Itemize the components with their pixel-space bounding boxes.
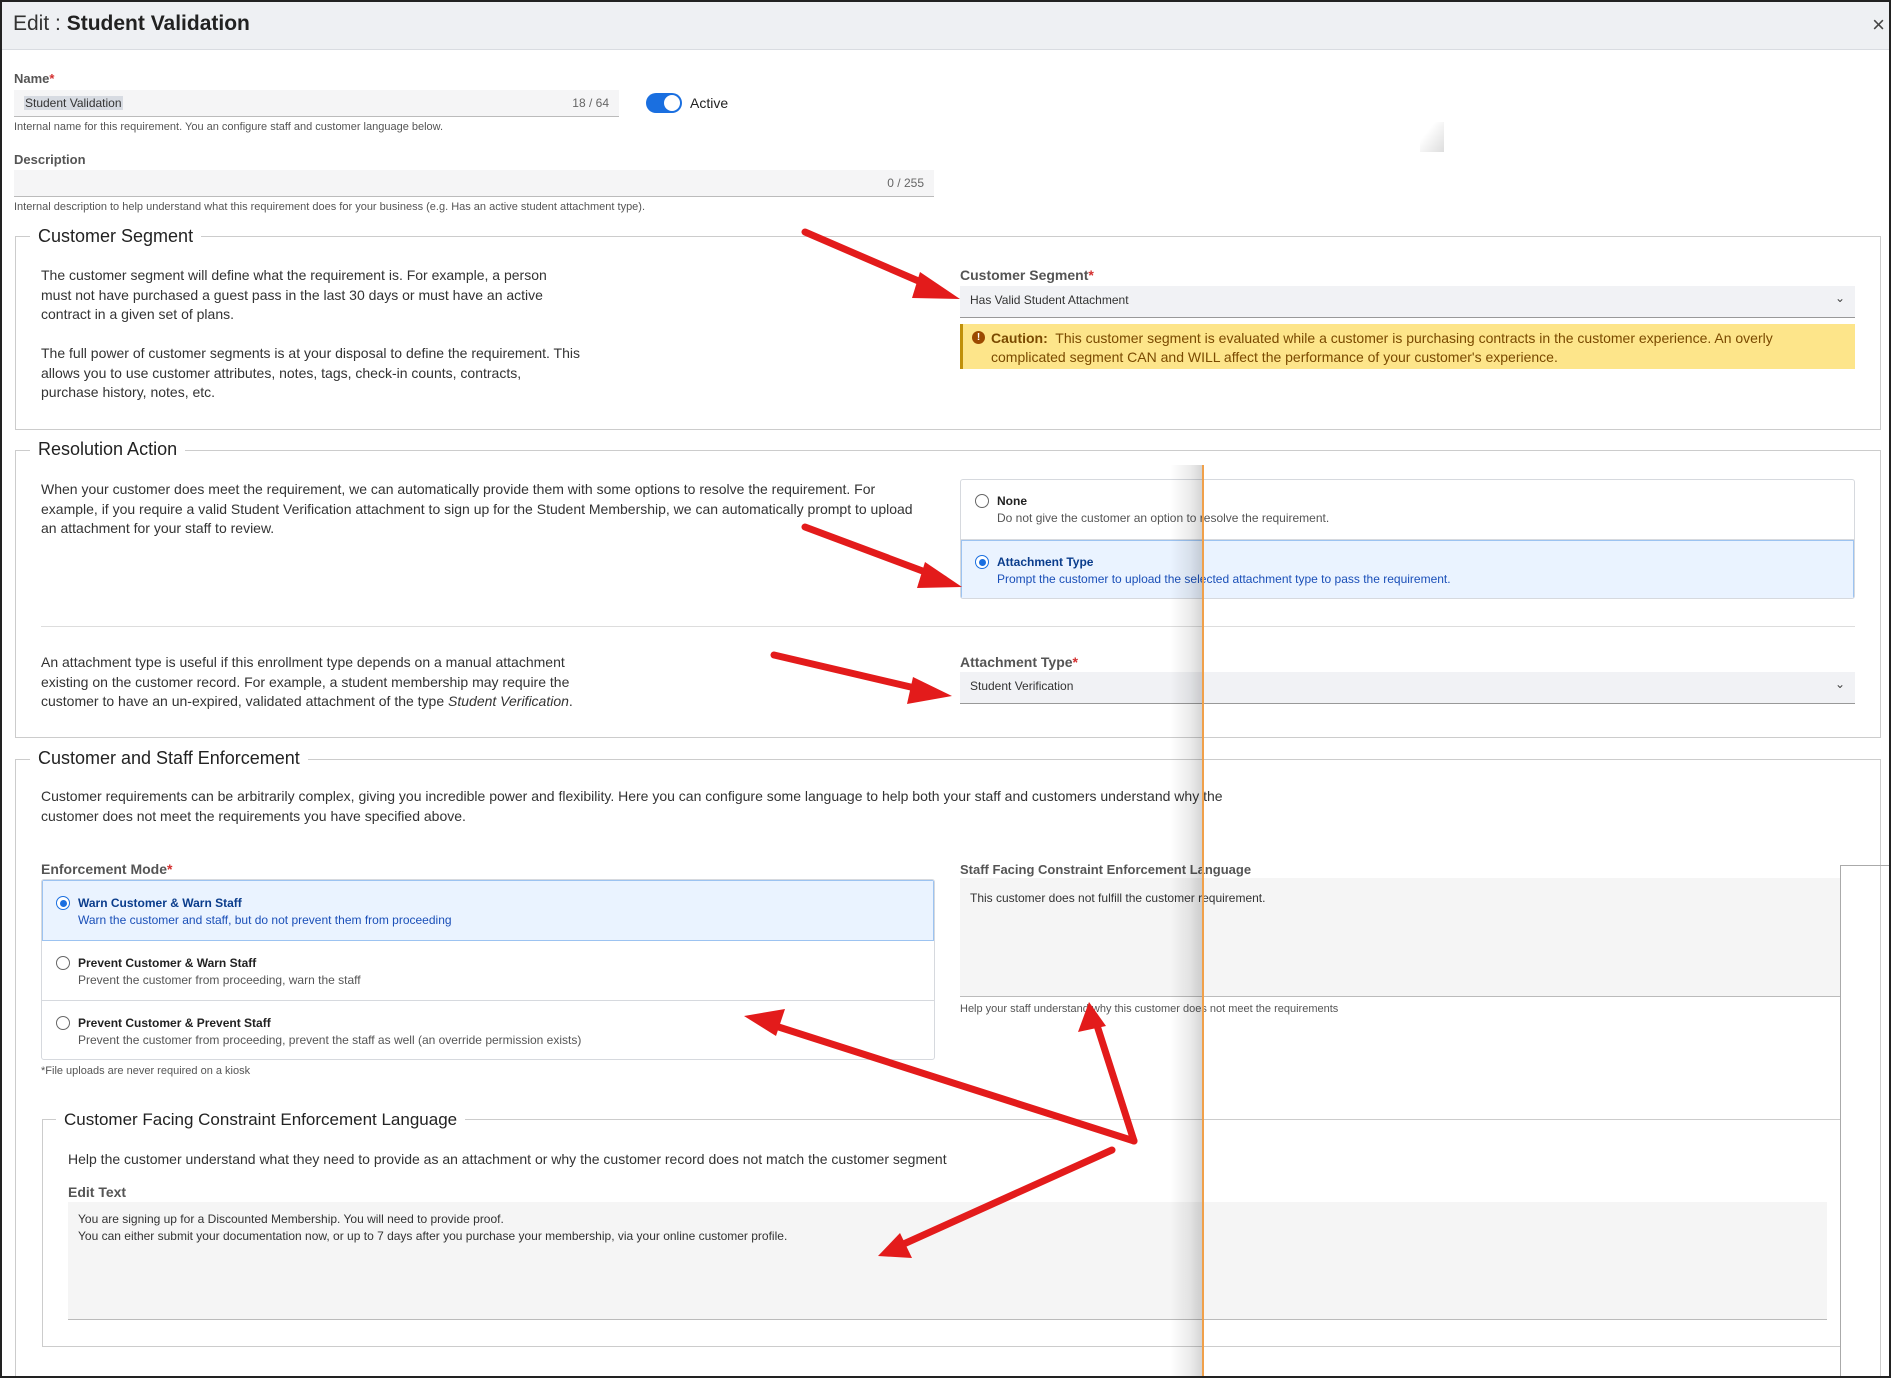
enforcement-description: Customer requirements can be arbitrarily… — [41, 788, 1223, 824]
page-fold-line — [1202, 465, 1204, 1376]
customer-language-line-2: You can either submit your documentation… — [78, 1228, 788, 1243]
enforcement-option-warn-warn[interactable]: Warn Customer & Warn Staff Warn the cust… — [42, 880, 934, 941]
staff-language-helper: Help your staff understand why this cust… — [960, 1003, 1339, 1015]
customer-segment-legend: Customer Segment — [30, 226, 202, 247]
staff-language-value: This customer does not fulfill the custo… — [970, 891, 1266, 905]
required-mark: * — [49, 71, 55, 86]
chevron-down-icon: ⌄ — [1834, 291, 1845, 305]
customer-segment-description-2: The full power of customer segments is a… — [41, 345, 581, 400]
required-mark: * — [1072, 654, 1078, 670]
option-label: None — [997, 494, 1027, 508]
customer-segment-select-label: Customer Segment* — [960, 267, 1094, 283]
modal-title: Edit : Student Validation — [13, 12, 250, 36]
customer-language-line-1: You are signing up for a Discounted Memb… — [78, 1212, 504, 1226]
option-label: Attachment Type — [997, 555, 1094, 569]
name-label: Name* — [14, 71, 54, 86]
edit-requirement-modal: Edit : Student Validation × Name* Studen… — [0, 0, 1891, 1378]
option-description: Prevent the customer from proceeding, pr… — [78, 1033, 582, 1047]
modal-title-prefix: Edit : — [13, 12, 67, 35]
name-counter: 18 / 64 — [572, 96, 609, 110]
attachment-type-label-text: Attachment Type — [960, 654, 1073, 670]
modal-header: Edit : Student Validation × — [2, 2, 1889, 50]
customer-language-intro: Help the customer understand what they n… — [68, 1151, 947, 1167]
radio-button-selected[interactable] — [56, 896, 70, 910]
resolution-action-description: When your customer does meet the require… — [41, 481, 913, 536]
option-label: Prevent Customer & Prevent Staff — [78, 1016, 271, 1030]
customer-segment-select[interactable]: Has Valid Student Attachment ⌄ — [960, 286, 1855, 318]
attachment-type-select-value: Student Verification — [970, 679, 1074, 693]
customer-segment-description-1: The customer segment will define what th… — [41, 267, 547, 322]
option-description: Prevent the customer from proceeding, wa… — [78, 973, 361, 987]
description-helper: Internal description to help understand … — [14, 201, 646, 213]
option-description: Do not give the customer an option to re… — [997, 511, 1330, 525]
enforcement-legend: Customer and Staff Enforcement — [30, 748, 308, 769]
caution-banner: ! Caution: This customer segment is eval… — [960, 324, 1855, 369]
attachment-type-label: Attachment Type* — [960, 654, 1078, 670]
screenshot-edge-line — [1840, 865, 1841, 1376]
enforcement-option-prevent-warn[interactable]: Prevent Customer & Warn Staff Prevent th… — [42, 941, 934, 1001]
alert-icon: ! — [972, 331, 985, 344]
modal-title-name: Student Validation — [66, 12, 250, 35]
option-description: Warn the customer and staff, but do not … — [78, 913, 452, 927]
customer-language-legend: Customer Facing Constraint Enforcement L… — [56, 1110, 466, 1130]
caution-title: Caution: — [991, 330, 1048, 346]
radio-button-selected[interactable] — [975, 555, 989, 569]
active-label: Active — [690, 95, 729, 111]
attachment-type-description: An attachment type is useful if this enr… — [41, 653, 581, 712]
caution-text: This customer segment is evaluated while… — [991, 330, 1773, 365]
resolution-option-none[interactable]: None Do not give the customer an option … — [961, 480, 1854, 540]
staff-language-label: Staff Facing Constraint Enforcement Lang… — [960, 862, 1252, 877]
page-fold-shadow — [1170, 465, 1204, 1376]
enforcement-mode-radio-group: Warn Customer & Warn Staff Warn the cust… — [41, 879, 935, 1060]
chevron-down-icon: ⌄ — [1834, 677, 1845, 691]
attachment-description-emphasis: Student Verification — [448, 693, 569, 709]
name-helper: Internal name for this requirement. You … — [14, 121, 444, 133]
name-input[interactable]: Student Validation 18 / 64 — [14, 90, 619, 117]
radio-button[interactable] — [56, 956, 70, 970]
attachment-type-select[interactable]: Student Verification ⌄ — [960, 672, 1855, 704]
enforcement-mode-label-text: Enforcement Mode — [41, 861, 168, 877]
kiosk-note: *File uploads are never required on a ki… — [41, 1065, 251, 1077]
attachment-description-end: . — [568, 693, 573, 709]
enforcement-mode-label: Enforcement Mode* — [41, 861, 172, 877]
option-label: Prevent Customer & Warn Staff — [78, 956, 257, 970]
edit-text-label: Edit Text — [68, 1184, 127, 1200]
customer-segment-select-label-text: Customer Segment — [960, 267, 1089, 283]
resolution-action-legend: Resolution Action — [30, 439, 186, 460]
close-icon[interactable]: × — [1872, 12, 1885, 38]
radio-button[interactable] — [975, 494, 989, 508]
option-description: Prompt the customer to upload the select… — [997, 572, 1451, 586]
screenshot-artifact — [1420, 122, 1444, 152]
resolution-option-attachment-type[interactable]: Attachment Type Prompt the customer to u… — [961, 540, 1854, 598]
required-mark: * — [167, 861, 173, 877]
option-label: Warn Customer & Warn Staff — [78, 896, 242, 910]
customer-segment-select-value: Has Valid Student Attachment — [970, 293, 1129, 307]
name-label-text: Name — [14, 71, 50, 86]
description-label: Description — [14, 152, 86, 167]
resolution-action-radio-group: None Do not give the customer an option … — [960, 479, 1855, 599]
customer-language-textarea[interactable]: You are signing up for a Discounted Memb… — [68, 1202, 1827, 1320]
description-counter: 0 / 255 — [887, 176, 924, 190]
enforcement-option-prevent-prevent[interactable]: Prevent Customer & Prevent Staff Prevent… — [42, 1001, 934, 1059]
name-input-value: Student Validation — [24, 96, 123, 110]
required-mark: * — [1088, 267, 1094, 283]
active-toggle[interactable] — [646, 93, 682, 113]
staff-language-textarea[interactable]: This customer does not fulfill the custo… — [960, 878, 1840, 997]
section-divider — [41, 626, 1855, 627]
screenshot-edge-line — [1840, 865, 1889, 866]
description-input[interactable]: 0 / 255 — [14, 170, 934, 197]
radio-button[interactable] — [56, 1016, 70, 1030]
